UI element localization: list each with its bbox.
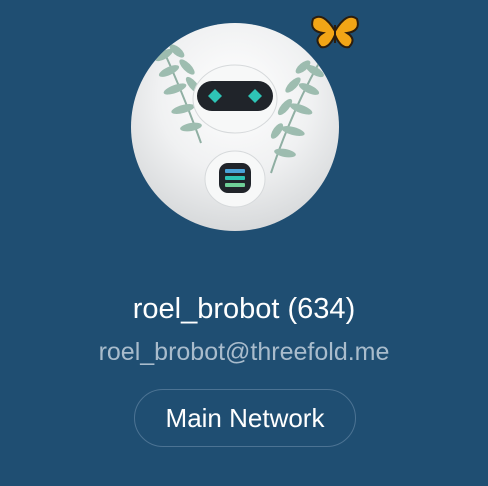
robot-avatar-image: [155, 44, 324, 208]
user-email: roel_brobot@threefold.me: [98, 338, 390, 366]
profile-screen: roel_brobot (634) roel_brobot@threefold.…: [0, 0, 488, 486]
avatar-container: [131, 15, 359, 231]
user-display-name: roel_brobot (634): [132, 293, 356, 325]
avatar[interactable]: [131, 23, 339, 231]
butterfly-icon: [309, 11, 361, 53]
network-selector-button[interactable]: Main Network: [134, 389, 356, 447]
